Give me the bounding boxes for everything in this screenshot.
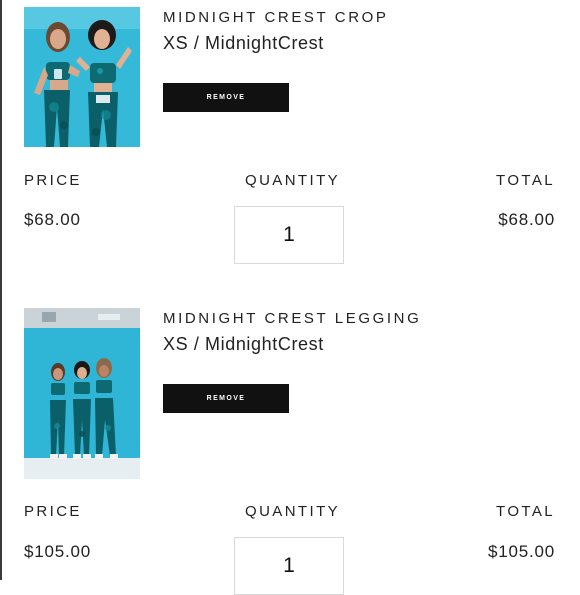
- remove-button[interactable]: REMOVE: [163, 83, 289, 112]
- price-value: $68.00: [24, 210, 81, 229]
- product-photo-two-models: [24, 7, 140, 147]
- product-name[interactable]: MIDNIGHT CREST LEGGING: [163, 310, 421, 327]
- quantity-header: QUANTITY: [245, 172, 341, 189]
- total-value: $68.00: [498, 210, 555, 229]
- quantity-header: QUANTITY: [245, 503, 341, 520]
- price-value: $105.00: [24, 542, 92, 561]
- total-header: TOTAL: [496, 172, 555, 189]
- product-photo-three-models: [24, 308, 140, 479]
- remove-button[interactable]: REMOVE: [163, 384, 289, 413]
- product-variant: XS / MidnightCrest: [163, 33, 324, 53]
- product-image-legging[interactable]: [24, 308, 140, 479]
- price-header: PRICE: [24, 503, 82, 520]
- left-border: [0, 0, 2, 580]
- product-name[interactable]: MIDNIGHT CREST CROP: [163, 9, 389, 26]
- product-variant: XS / MidnightCrest: [163, 334, 324, 354]
- total-value: $105.00: [487, 542, 555, 561]
- total-header: TOTAL: [496, 503, 555, 520]
- quantity-input[interactable]: [234, 206, 344, 264]
- quantity-input[interactable]: [234, 537, 344, 595]
- price-header: PRICE: [24, 172, 82, 189]
- product-image-crop[interactable]: [24, 7, 140, 147]
